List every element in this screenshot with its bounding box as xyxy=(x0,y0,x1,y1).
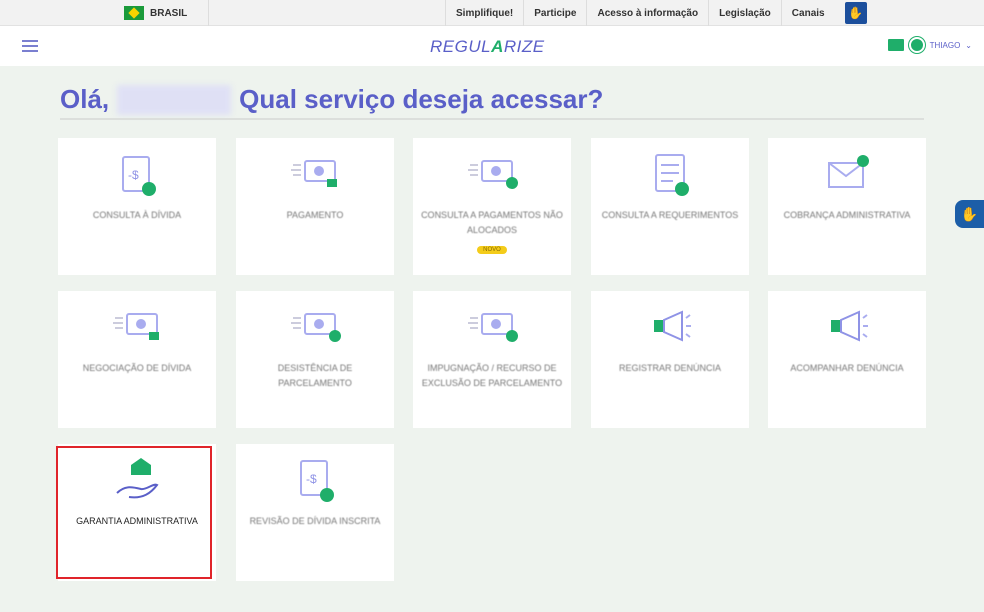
service-card[interactable]: Pagamento xyxy=(236,138,394,275)
link-participe[interactable]: Participe xyxy=(523,0,586,26)
page-title: Olá, Qual serviço deseja acessar? xyxy=(60,84,604,115)
accessibility-icon[interactable]: ✋ xyxy=(844,2,867,24)
document-edit-icon: -$ xyxy=(236,450,394,510)
service-card-label: Acompanhar Denúncia xyxy=(790,363,904,373)
redacted-name xyxy=(117,84,232,115)
document-search-icon: -$ xyxy=(58,144,216,204)
hamburger-menu-icon[interactable] xyxy=(22,40,38,55)
link-legislacao[interactable]: Legislação xyxy=(708,0,781,26)
user-avatar-icon[interactable] xyxy=(908,37,925,53)
service-card-label: Impugnação / Recurso de Exclusão de Parc… xyxy=(421,363,563,388)
service-card[interactable]: Consulta a Pagamentos Não Alocados NOVO xyxy=(413,138,571,275)
envelope-money-icon xyxy=(768,144,926,204)
country-label: BRASIL xyxy=(150,7,188,19)
service-card-label: Consulta a Pagamentos Não Alocados xyxy=(421,210,563,235)
service-card-label: Negociação de Dívida xyxy=(82,363,192,373)
form-search-icon xyxy=(591,144,749,204)
service-card-label: Consulta à Dívida xyxy=(92,210,182,220)
accessibility-float-icon[interactable]: ✋ xyxy=(955,200,984,228)
service-card[interactable]: Impugnação / Recurso de Exclusão de Parc… xyxy=(413,291,571,428)
new-badge: NOVO xyxy=(477,246,507,254)
app-header: REGULARIZE THIAGO ⌄ xyxy=(0,26,984,66)
service-card[interactable]: -$ Revisão de Dívida Inscrita xyxy=(236,444,394,581)
link-simplifique[interactable]: Simplifique! xyxy=(445,0,523,26)
megaphone-icon xyxy=(591,297,749,357)
user-menu[interactable]: THIAGO xyxy=(930,41,961,50)
money-back-icon xyxy=(236,297,394,357)
service-card[interactable]: -$ Consulta à Dívida xyxy=(58,138,216,275)
service-card[interactable]: Negociação de Dívida xyxy=(58,291,216,428)
service-card[interactable]: Cobrança Administrativa xyxy=(768,138,926,275)
service-card-label: Consulta a Requerimentos xyxy=(601,210,739,220)
service-card[interactable]: Registrar Denúncia xyxy=(591,291,749,428)
brasil-link[interactable]: BRASIL xyxy=(124,6,187,20)
service-card-label: Pagamento xyxy=(286,210,344,220)
gov-top-bar: BRASIL Simplifique! Participe Acesso à i… xyxy=(0,0,984,26)
svg-text:-$: -$ xyxy=(306,472,317,486)
divider xyxy=(60,118,924,120)
money-check-icon xyxy=(236,144,394,204)
service-card-label: Registrar Denúncia xyxy=(618,363,721,373)
regularize-logo[interactable]: REGULARIZE xyxy=(430,37,545,57)
megaphone-icon xyxy=(768,297,926,357)
svg-text:-$: -$ xyxy=(128,168,139,182)
service-card[interactable]: Desistência de Parcelamento xyxy=(236,291,394,428)
highlight-box xyxy=(56,446,212,579)
money-check-icon xyxy=(58,297,216,357)
chevron-down-icon[interactable]: ⌄ xyxy=(965,41,972,50)
link-acesso-informacao[interactable]: Acesso à informação xyxy=(586,0,708,26)
service-card[interactable]: Acompanhar Denúncia xyxy=(768,291,926,428)
service-card-label: Cobrança Administrativa xyxy=(783,210,911,220)
service-card[interactable]: Consulta a Requerimentos xyxy=(591,138,749,275)
service-card-label: Revisão de Dívida Inscrita xyxy=(249,516,381,526)
mail-icon[interactable] xyxy=(887,39,904,51)
money-x-icon xyxy=(413,297,571,357)
link-canais[interactable]: Canais xyxy=(780,0,835,26)
service-card-label: Desistência de Parcelamento xyxy=(277,363,353,388)
gov-links: Simplifique! Participe Acesso à informaç… xyxy=(445,0,867,26)
brazil-flag-icon xyxy=(124,6,144,20)
money-question-icon xyxy=(413,144,571,204)
